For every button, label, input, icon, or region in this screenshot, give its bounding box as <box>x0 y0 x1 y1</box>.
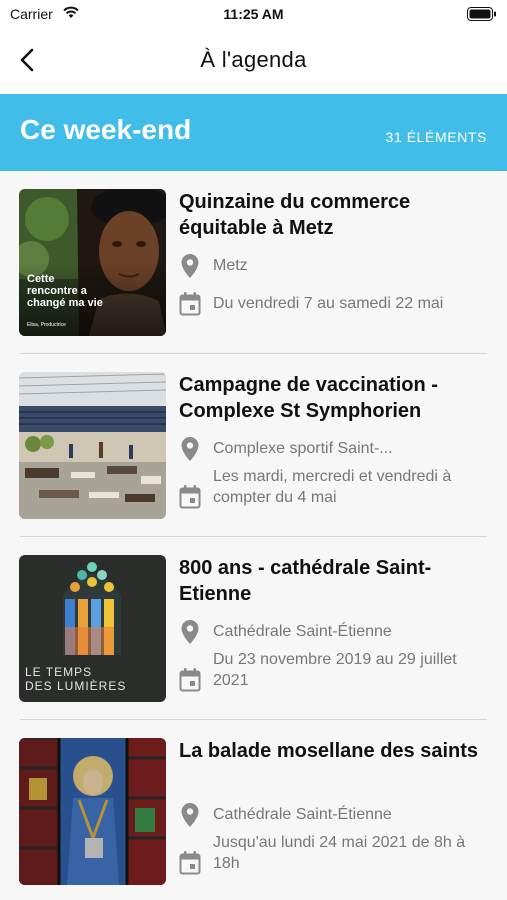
location-pin-icon <box>181 254 199 278</box>
section-title: Ce week-end <box>20 114 192 145</box>
image-caption-line1: LE TEMPS <box>25 665 93 679</box>
status-bar: Carrier 11:25 AM <box>0 0 507 30</box>
event-thumbnail: LE TEMPS DES LUMIÈRES <box>19 555 166 702</box>
event-title: La balade mosellane des saints <box>179 740 479 762</box>
calendar-icon <box>179 668 201 692</box>
event-location: Metz <box>213 257 248 274</box>
image-caption-line2: DES LUMIÈRES <box>25 679 127 693</box>
event-item[interactable]: LE TEMPS DES LUMIÈRES 800 ans - cathédra… <box>0 537 507 720</box>
location-pin-icon <box>181 620 199 644</box>
event-date: Jusqu'au lundi 24 mai 2021 de 8h à 18h <box>213 834 466 872</box>
navigation-bar: À l'agenda <box>0 30 507 94</box>
event-item[interactable]: Cette rencontre a changé ma vie Elisa, P… <box>0 171 507 354</box>
page-title: À l'agenda <box>200 47 307 72</box>
event-title: Campagne de vaccination - Complexe St Sy… <box>179 374 438 422</box>
event-item[interactable]: Campagne de vaccination - Complexe St Sy… <box>0 354 507 537</box>
calendar-icon <box>179 292 201 316</box>
image-credit: Elisa, Productrice <box>27 322 66 328</box>
portrait-image <box>19 189 166 336</box>
event-thumbnail <box>19 738 166 885</box>
event-title: Quinzaine du commerce équitable à Metz <box>179 191 411 239</box>
gym-hall-image <box>19 372 166 519</box>
location-pin-icon <box>181 437 199 461</box>
section-header: Ce week-end 31 ÉLÉMENTS <box>0 94 507 171</box>
status-time: 11:25 AM <box>223 6 284 22</box>
location-pin-icon <box>181 803 199 827</box>
calendar-icon <box>179 485 201 509</box>
battery-icon <box>467 7 496 21</box>
image-caption: Cette rencontre a changé ma vie <box>27 273 103 309</box>
event-thumbnail <box>19 372 166 519</box>
event-location: Complexe sportif Saint-... <box>213 440 393 457</box>
event-location: Cathédrale Saint-Étienne <box>213 623 392 640</box>
event-date: Les mardi, mercredi et vendredi à compte… <box>213 468 452 506</box>
event-title: 800 ans - cathédrale Saint-Etienne <box>179 557 432 605</box>
stained-glass-image <box>19 738 166 885</box>
event-location: Cathédrale Saint-Étienne <box>213 806 392 823</box>
event-list: Cette rencontre a changé ma vie Elisa, P… <box>0 171 507 900</box>
section-count: 31 ÉLÉMENTS <box>385 129 487 145</box>
event-date: Du vendredi 7 au samedi 22 mai <box>213 295 444 312</box>
event-item[interactable]: La balade mosellane des saints Cathédral… <box>0 720 507 900</box>
calendar-icon <box>179 851 201 875</box>
event-date: Du 23 novembre 2019 au 29 juillet 2021 <box>213 651 457 689</box>
event-thumbnail: Cette rencontre a changé ma vie Elisa, P… <box>19 189 166 336</box>
